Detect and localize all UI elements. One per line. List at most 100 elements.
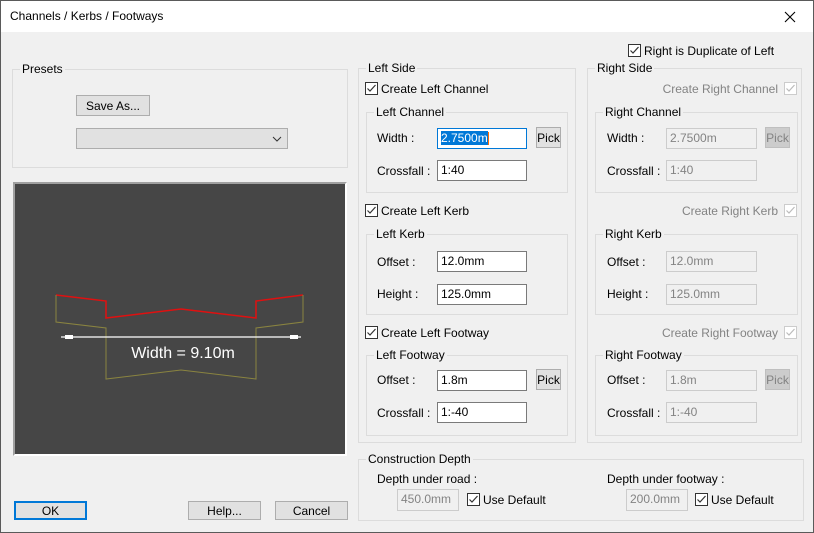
ok-label: OK xyxy=(41,503,60,518)
cancel-button[interactable]: Cancel xyxy=(275,501,348,520)
check-icon xyxy=(786,206,795,214)
create-right-kerb-checkbox[interactable] xyxy=(784,204,797,217)
depth-under-road-input[interactable]: 450.0mm xyxy=(397,489,459,511)
cross-section-preview: Width = 9.10m xyxy=(13,182,347,456)
left-channel-pick-button[interactable]: Pick xyxy=(536,127,561,148)
close-icon xyxy=(784,11,796,22)
right-channel-width-input[interactable]: 2.7500m xyxy=(666,128,757,149)
left-kerb-height-label: Height : xyxy=(377,287,419,301)
chevron-down-icon xyxy=(272,136,282,142)
left-footway-pick-button[interactable]: Pick xyxy=(536,369,561,390)
pick-label: Pick xyxy=(766,372,789,387)
window-title: Channels / Kerbs / Footways xyxy=(10,9,164,23)
footway-use-default-label: Use Default xyxy=(711,493,774,507)
right-footway-offset-value: 1.8m xyxy=(670,373,697,387)
right-channel-crossfall-value: 1:40 xyxy=(670,163,694,177)
left-footway-offset-value: 1.8m xyxy=(441,373,468,387)
close-button[interactable] xyxy=(767,1,813,32)
depth-under-footway-label: Depth under footway : xyxy=(607,472,725,486)
left-footway-offset-label: Offset : xyxy=(377,373,416,387)
right-footway-crossfall-label: Crossfall : xyxy=(607,406,661,420)
road-use-default-label: Use Default xyxy=(483,493,546,507)
right-side-group-label: Right Side xyxy=(595,61,655,75)
left-footway-group: Left Footway xyxy=(366,348,568,436)
width-label: Width = 9.10m xyxy=(131,345,235,362)
help-label: Help... xyxy=(207,503,242,518)
create-right-channel-checkbox[interactable] xyxy=(784,82,797,95)
right-channel-pick-button[interactable]: Pick xyxy=(765,127,790,148)
right-kerb-offset-value: 12.0mm xyxy=(670,254,714,268)
create-left-footway-label: Create Left Footway xyxy=(381,326,490,340)
check-icon xyxy=(469,495,478,503)
surface-profile-line xyxy=(55,294,304,319)
right-footway-offset-input[interactable]: 1.8m xyxy=(666,370,757,391)
cancel-label: Cancel xyxy=(292,503,331,518)
left-footway-group-label: Left Footway xyxy=(374,348,447,362)
pick-label: Pick xyxy=(766,130,789,145)
check-icon xyxy=(786,328,795,336)
title-bar: Channels / Kerbs / Footways xyxy=(1,1,813,32)
right-footway-pick-button[interactable]: Pick xyxy=(765,369,790,390)
help-button[interactable]: Help... xyxy=(188,501,261,520)
dialog-window: Channels / Kerbs / Footways Presets Save… xyxy=(0,0,814,533)
left-channel-group-label: Left Channel xyxy=(374,105,447,119)
left-footway-crossfall-input[interactable]: 1:-40 xyxy=(437,402,527,423)
right-duplicate-label: Right is Duplicate of Left xyxy=(644,44,775,58)
right-footway-crossfall-input[interactable]: 1:-40 xyxy=(666,402,757,423)
left-kerb-offset-value: 12.0mm xyxy=(441,254,485,268)
check-icon xyxy=(630,46,639,54)
cross-section-drawing: Width = 9.10m xyxy=(55,294,304,380)
construction-depth-group-label: Construction Depth xyxy=(366,452,473,466)
right-footway-crossfall-value: 1:-40 xyxy=(670,405,698,419)
create-left-kerb-label: Create Left Kerb xyxy=(381,204,470,218)
left-kerb-height-value: 125.0mm xyxy=(441,287,492,301)
right-footway-group-label: Right Footway xyxy=(603,348,684,362)
check-icon xyxy=(367,84,376,92)
right-kerb-height-label: Height : xyxy=(607,287,649,301)
left-channel-crossfall-input[interactable]: 1:40 xyxy=(437,160,527,181)
dimension-arrow-left xyxy=(65,335,73,339)
right-channel-group-label: Right Channel xyxy=(603,105,684,119)
create-left-channel-label: Create Left Channel xyxy=(381,82,489,96)
depth-under-road-value: 450.0mm xyxy=(401,492,452,506)
road-use-default-checkbox[interactable] xyxy=(467,493,480,506)
save-as-button[interactable]: Save As... xyxy=(76,95,150,116)
left-channel-width-label: Width : xyxy=(377,131,415,145)
right-duplicate-checkbox[interactable] xyxy=(628,44,641,57)
right-kerb-height-value: 125.0mm xyxy=(670,287,721,301)
footway-use-default-checkbox[interactable] xyxy=(695,493,708,506)
create-right-kerb-label: Create Right Kerb xyxy=(681,204,778,218)
right-channel-width-label: Width : xyxy=(607,131,645,145)
depth-under-road-label: Depth under road : xyxy=(377,472,478,486)
pick-label: Pick xyxy=(537,372,560,387)
create-left-kerb-checkbox[interactable] xyxy=(365,204,378,217)
save-as-label: Save As... xyxy=(85,98,141,113)
check-icon xyxy=(786,84,795,92)
right-kerb-height-input[interactable]: 125.0mm xyxy=(666,284,757,305)
left-channel-crossfall-value: 1:40 xyxy=(441,163,465,177)
left-kerb-group-label: Left Kerb xyxy=(374,227,427,241)
ok-button[interactable]: OK xyxy=(14,501,87,520)
pick-label: Pick xyxy=(537,130,560,145)
left-side-group-label: Left Side xyxy=(366,61,418,75)
create-left-footway-checkbox[interactable] xyxy=(365,326,378,339)
presets-group: Presets xyxy=(12,62,348,168)
create-right-footway-checkbox[interactable] xyxy=(784,326,797,339)
left-channel-crossfall-label: Crossfall : xyxy=(377,164,431,178)
left-channel-width-input[interactable]: 2.7500m xyxy=(437,128,527,149)
left-footway-offset-input[interactable]: 1.8m xyxy=(437,370,527,391)
text-caret xyxy=(487,132,489,146)
create-right-channel-label: Create Right Channel xyxy=(662,82,778,96)
depth-under-footway-input[interactable]: 200.0mm xyxy=(626,489,688,511)
right-kerb-offset-input[interactable]: 12.0mm xyxy=(666,251,757,272)
presets-dropdown[interactable] xyxy=(76,128,288,149)
right-kerb-group-label: Right Kerb xyxy=(603,227,664,241)
left-channel-width-value: 2.7500m xyxy=(441,131,488,145)
left-footway-crossfall-label: Crossfall : xyxy=(377,406,431,420)
left-kerb-offset-input[interactable]: 12.0mm xyxy=(437,251,527,272)
right-channel-crossfall-input[interactable]: 1:40 xyxy=(666,160,757,181)
check-icon xyxy=(697,495,706,503)
create-right-footway-label: Create Right Footway xyxy=(661,326,778,340)
create-left-channel-checkbox[interactable] xyxy=(365,82,378,95)
left-kerb-height-input[interactable]: 125.0mm xyxy=(437,284,527,305)
